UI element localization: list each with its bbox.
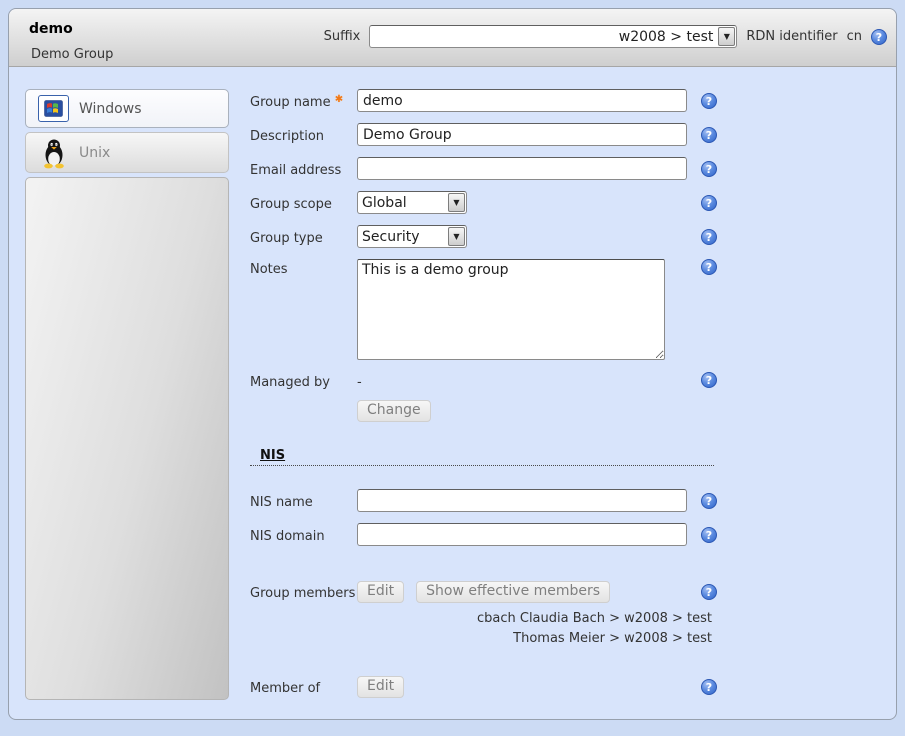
nis-section-header: NIS: [250, 448, 714, 466]
group-form: Group name ✱ ? Description ? Email addre…: [250, 89, 717, 709]
help-icon[interactable]: ?: [701, 493, 717, 509]
chevron-down-icon[interactable]: ▼: [448, 227, 465, 246]
email-row: Email address ?: [250, 157, 717, 180]
nis-domain-row: NIS domain ?: [250, 523, 717, 546]
group-type-value: Security: [358, 229, 447, 245]
managed-by-label: Managed by: [250, 372, 357, 390]
group-scope-label: Group scope: [250, 194, 357, 212]
sidebar-panel: [25, 177, 229, 700]
edit-member-of-button[interactable]: Edit: [357, 676, 404, 698]
member-of-row: Member of Edit ?: [250, 676, 717, 698]
group-scope-row: Group scope Global ▼ ?: [250, 191, 717, 214]
group-type-label: Group type: [250, 228, 357, 246]
help-icon[interactable]: ?: [701, 679, 717, 695]
tux-penguin-icon: [38, 138, 69, 168]
managed-by-row: Managed by - Change ?: [250, 372, 717, 422]
member-of-label: Member of: [250, 678, 357, 696]
nis-section-title: NIS: [260, 448, 285, 463]
notes-textarea[interactable]: This is a demo group: [357, 259, 665, 360]
help-icon[interactable]: ?: [701, 372, 717, 388]
rdn-identifier-value: cn: [847, 29, 862, 44]
group-members-row: Group members Edit Show effective member…: [250, 581, 717, 603]
tab-unix[interactable]: Unix: [25, 132, 229, 173]
help-icon[interactable]: ?: [871, 29, 887, 45]
member-list-item: cbach Claudia Bach > w2008 > test: [250, 609, 712, 629]
group-name-input[interactable]: [357, 89, 687, 112]
change-button[interactable]: Change: [357, 400, 431, 422]
nis-domain-label: NIS domain: [250, 526, 357, 544]
group-members-list: cbach Claudia Bach > w2008 > test Thomas…: [250, 609, 712, 649]
group-scope-select[interactable]: Global ▼: [357, 191, 467, 214]
header-bar: demo Demo Group Suffix w2008 > test ▼ RD…: [9, 9, 896, 67]
help-icon[interactable]: ?: [701, 229, 717, 245]
main-area: Windows: [9, 67, 896, 709]
help-icon[interactable]: ?: [701, 584, 717, 600]
sidebar-tabs: Windows: [25, 89, 229, 709]
help-icon[interactable]: ?: [701, 161, 717, 177]
nis-name-label: NIS name: [250, 492, 357, 510]
group-scope-value: Global: [358, 195, 447, 211]
help-icon[interactable]: ?: [701, 127, 717, 143]
suffix-label: Suffix: [324, 29, 361, 44]
description-label: Description: [250, 126, 357, 144]
page-title: demo: [29, 21, 73, 37]
group-members-label: Group members: [250, 583, 357, 601]
page-subtitle: Demo Group: [31, 47, 113, 62]
required-marker-icon: ✱: [335, 94, 343, 105]
help-icon[interactable]: ?: [701, 93, 717, 109]
email-input[interactable]: [357, 157, 687, 180]
tab-unix-label: Unix: [79, 145, 110, 161]
group-type-row: Group type Security ▼ ?: [250, 225, 717, 248]
tab-windows[interactable]: Windows: [25, 89, 229, 128]
notes-row: Notes This is a demo group ?: [250, 259, 717, 360]
help-icon[interactable]: ?: [701, 527, 717, 543]
rdn-identifier-label: RDN identifier: [746, 29, 837, 44]
show-effective-members-button[interactable]: Show effective members: [416, 581, 610, 603]
windows-logo-icon: [38, 95, 69, 122]
edit-members-button[interactable]: Edit: [357, 581, 404, 603]
tab-windows-label: Windows: [79, 101, 142, 117]
email-label: Email address: [250, 160, 357, 178]
nis-domain-input[interactable]: [357, 523, 687, 546]
suffix-select-value: w2008 > test: [370, 29, 717, 45]
group-name-row: Group name ✱ ?: [250, 89, 717, 112]
chevron-down-icon[interactable]: ▼: [448, 193, 465, 212]
managed-by-value: -: [357, 372, 689, 390]
member-list-item: Thomas Meier > w2008 > test: [250, 629, 712, 649]
nis-name-row: NIS name ?: [250, 489, 717, 512]
help-icon[interactable]: ?: [701, 259, 717, 275]
nis-name-input[interactable]: [357, 489, 687, 512]
help-icon[interactable]: ?: [701, 195, 717, 211]
suffix-select[interactable]: w2008 > test ▼: [369, 25, 737, 48]
notes-label: Notes: [250, 259, 357, 277]
group-type-select[interactable]: Security ▼: [357, 225, 467, 248]
group-editor-window: demo Demo Group Suffix w2008 > test ▼ RD…: [8, 8, 897, 720]
description-input[interactable]: [357, 123, 687, 146]
description-row: Description ?: [250, 123, 717, 146]
group-name-label: Group name ✱: [250, 91, 357, 110]
chevron-down-icon[interactable]: ▼: [718, 27, 735, 46]
header-right-controls: Suffix w2008 > test ▼ RDN identifier cn …: [324, 25, 887, 48]
